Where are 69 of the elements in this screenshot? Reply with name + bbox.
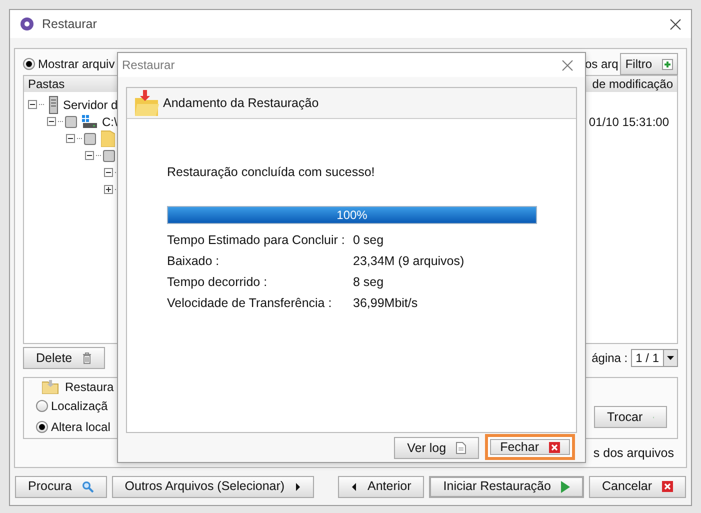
- arrow-right-icon: [294, 482, 301, 491]
- trash-icon: [82, 352, 92, 364]
- tree-label[interactable]: C:\: [102, 112, 118, 131]
- collapse-icon[interactable]: [85, 151, 94, 160]
- app-icon: [20, 17, 34, 32]
- table-cell-text: 01/10 15:31:00: [588, 114, 669, 132]
- note-text: s dos arquivos: [593, 444, 674, 462]
- button[interactable]: Cancelar: [588, 476, 686, 498]
- collapse-icon[interactable]: [104, 168, 113, 178]
- dialog-title: Restaurar: [122, 57, 175, 74]
- close-icon: [549, 442, 560, 452]
- drive-icon: [82, 115, 97, 128]
- stat-value: 0 seg: [353, 232, 384, 249]
- dialog-heading: Andamento da Restauração: [163, 94, 319, 112]
- checkbox[interactable]: [84, 132, 96, 145]
- button[interactable]: Fechar: [485, 434, 575, 460]
- collapse-icon[interactable]: [66, 134, 75, 144]
- tree-connector: [58, 121, 63, 122]
- page-select[interactable]: 1 / 1: [630, 349, 678, 368]
- progress-percent: 100%: [336, 206, 368, 223]
- button[interactable]: Procura: [15, 476, 107, 498]
- folder-icon: [101, 130, 115, 148]
- stat-label: Velocidade de Transferência :: [167, 294, 333, 312]
- document-icon: [456, 442, 466, 454]
- checkbox[interactable]: [103, 150, 115, 162]
- server-icon: [49, 96, 58, 114]
- stat-value: 8 seg: [353, 274, 384, 291]
- play-icon: [560, 480, 570, 493]
- tree-connector: [96, 155, 101, 156]
- stat-label: Baixado :: [167, 252, 220, 270]
- stat-value: 36,99Mbit/s: [353, 294, 418, 312]
- column-header: de modificação: [592, 76, 673, 94]
- arrow-left-icon: [351, 482, 358, 491]
- close-icon: [662, 481, 673, 492]
- page-label: ágina :: [592, 350, 628, 368]
- option-label: Altera local: [51, 418, 110, 436]
- close-icon[interactable]: [670, 18, 681, 30]
- option-label: Localizaçã: [51, 398, 108, 415]
- button[interactable]: Outros Arquivos (Selecionar): [112, 476, 314, 498]
- tree-connector: [39, 104, 44, 106]
- button[interactable]: Filtro: [620, 53, 678, 76]
- checkbox[interactable]: [65, 116, 77, 128]
- collapse-icon[interactable]: [47, 117, 56, 126]
- button[interactable]: Ver log: [394, 437, 480, 459]
- stat-label: Tempo Estimado para Concluir :: [167, 232, 346, 249]
- status-message: Restauração concluída com sucesso!: [167, 164, 376, 181]
- expand-icon[interactable]: [104, 185, 113, 194]
- button[interactable]: Delete: [23, 347, 106, 370]
- stat-label: Tempo decorrido :: [167, 274, 268, 291]
- option-label: Mostrar arquiv: [38, 56, 115, 74]
- tree-connector: [77, 138, 82, 140]
- group-title: Restaura: [65, 379, 114, 396]
- radio-button[interactable]: [36, 400, 48, 412]
- folder-download-icon: [135, 90, 159, 116]
- folder-icon: [42, 380, 59, 394]
- window-title: Restaurar: [42, 16, 97, 33]
- search-icon: [82, 480, 94, 493]
- column-header: Pastas: [28, 76, 65, 94]
- radio-button[interactable]: [36, 420, 48, 433]
- button[interactable]: Iniciar Restauração: [429, 476, 584, 498]
- collapse-icon[interactable]: [28, 100, 37, 110]
- button[interactable]: Trocar: [594, 406, 667, 428]
- radio-button[interactable]: [23, 58, 35, 70]
- dropdown-arrow-icon: [667, 356, 674, 360]
- button[interactable]: Anterior: [338, 476, 424, 498]
- stat-value: 23,34M (9 arquivos): [353, 252, 464, 270]
- tree-label[interactable]: Servidor d: [63, 96, 118, 114]
- close-icon[interactable]: [562, 60, 573, 70]
- plus-icon: [662, 58, 673, 70]
